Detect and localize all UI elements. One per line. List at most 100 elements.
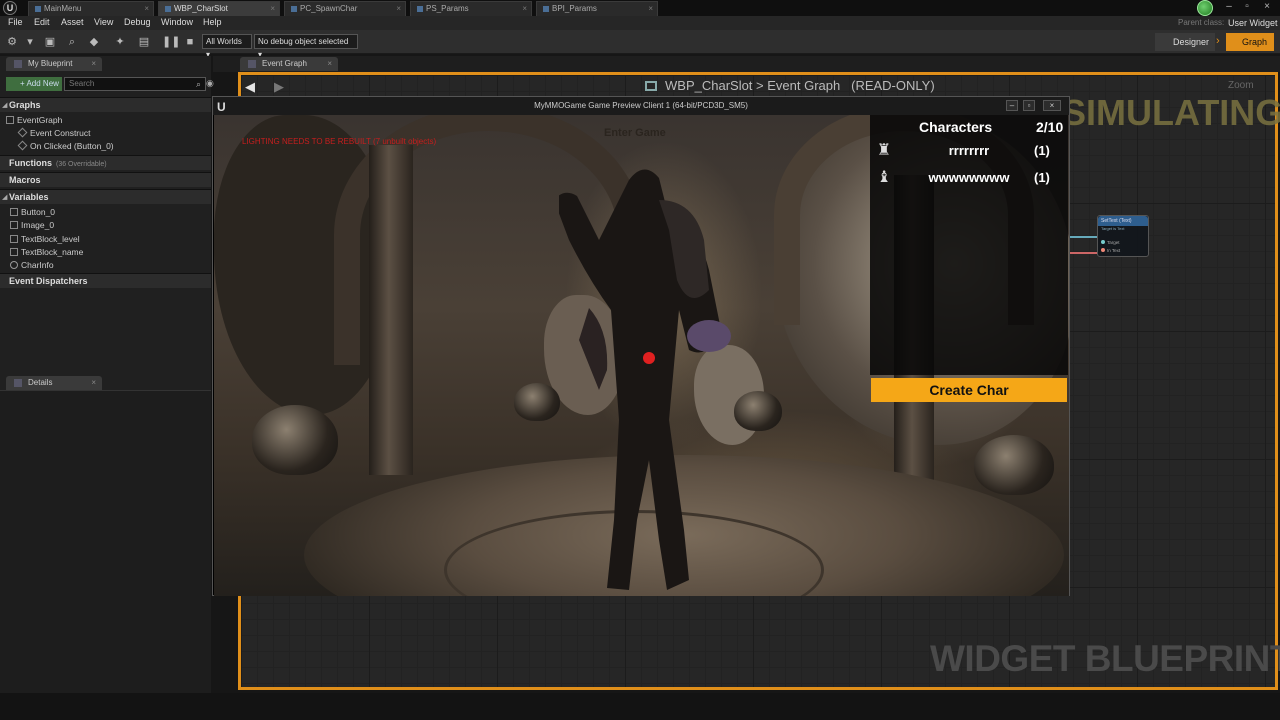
tab-ps-params[interactable]: PS_Params × <box>410 1 532 16</box>
variable-icon <box>10 221 18 229</box>
parent-class-label: Parent class: <box>1178 18 1225 27</box>
stop-icon[interactable]: ■ <box>184 36 196 48</box>
variable-icon <box>10 248 18 256</box>
event-icon <box>17 140 28 151</box>
player-character <box>559 169 731 590</box>
minimize-icon[interactable]: – <box>1222 1 1236 12</box>
add-new-button[interactable]: + Add New <box>6 77 62 91</box>
close-icon[interactable]: × <box>648 2 653 15</box>
stone-urn <box>734 391 782 431</box>
character-slot[interactable]: ♜ rrrrrrrr (1) <box>870 139 1068 163</box>
variables-header[interactable]: ◢ Variables <box>0 189 211 204</box>
close-window-icon[interactable]: × <box>1260 1 1274 12</box>
forward-arrow-icon[interactable]: ▶ <box>274 79 284 95</box>
tree-item-eventgraph[interactable]: EventGraph <box>6 115 62 125</box>
characters-panel: Characters 2/10 ♜ rrrrrrrr (1) ♝ wwwwwww… <box>870 115 1068 375</box>
search-input[interactable]: Search ⌕ <box>64 77 206 91</box>
pin-intext[interactable]: In Text <box>1101 248 1120 253</box>
create-char-button[interactable]: Create Char <box>871 378 1067 402</box>
event-icon <box>17 127 28 138</box>
event-dispatchers-header[interactable]: Event Dispatchers <box>0 273 211 288</box>
maximize-icon[interactable]: ▫ <box>1240 1 1254 12</box>
tab-event-graph[interactable]: Event Graph × <box>240 57 338 71</box>
world-select[interactable]: All Worlds ▾ <box>202 34 252 59</box>
details-panel <box>0 390 211 720</box>
variable-item[interactable]: Button_0 <box>10 207 55 217</box>
title-bar: U MainMenu × WBP_CharSlot × PC_SpawnChar × … <box>0 0 1280 16</box>
node-title: SetText (Text) <box>1098 216 1148 226</box>
tab-mainmenu[interactable]: MainMenu × <box>28 1 154 16</box>
menu-debug[interactable]: Debug <box>124 17 151 27</box>
close-icon[interactable]: × <box>396 2 401 15</box>
game-preview-window[interactable]: U MyMMOGame Game Preview Client 1 (64-bi… <box>212 96 1070 596</box>
tab-my-blueprint[interactable]: My Blueprint × <box>6 57 102 71</box>
chevron-down-icon[interactable]: ▾ <box>24 36 36 48</box>
class-settings-icon[interactable]: ◆ <box>88 36 100 48</box>
maximize-icon[interactable]: ▫ <box>1023 100 1035 111</box>
pause-icon[interactable]: ❚❚ <box>162 36 180 48</box>
chevron-right-icon: › <box>1216 35 1220 47</box>
menu-file[interactable]: File <box>8 17 23 27</box>
tab-details[interactable]: Details × <box>6 376 102 390</box>
menu-view[interactable]: View <box>94 17 113 27</box>
close-icon[interactable]: × <box>144 2 149 15</box>
struct-variable-icon <box>10 261 18 269</box>
variable-item[interactable]: TextBlock_name <box>10 247 83 257</box>
close-icon[interactable]: × <box>270 2 275 15</box>
search-icon: ⌕ <box>195 79 201 89</box>
class-defaults-icon[interactable]: ✦ <box>114 36 126 48</box>
characters-title: Characters <box>919 119 993 135</box>
enter-game-button[interactable]: Enter Game <box>604 127 666 139</box>
search-row: + Add New Search ⌕ <box>4 77 209 91</box>
designer-mode-button[interactable]: Designer <box>1155 33 1215 51</box>
tree-item-on-clicked[interactable]: On Clicked (Button_0) <box>17 140 114 151</box>
collapse-arrow-icon: ◢ <box>2 102 8 109</box>
exec-wire <box>1070 236 1098 238</box>
characters-count: 2/10 <box>1036 119 1064 135</box>
pin-target[interactable]: Target <box>1101 240 1120 245</box>
graph-icon <box>248 60 256 68</box>
macros-header[interactable]: Macros <box>0 172 211 187</box>
find-icon[interactable]: ⌕ <box>66 36 78 48</box>
tab-bpi-params[interactable]: BPI_Params × <box>536 1 658 16</box>
blueprint-icon <box>417 5 423 12</box>
close-icon[interactable]: × <box>522 2 527 15</box>
simulation-icon[interactable]: ▤ <box>138 36 150 48</box>
menu-edit[interactable]: Edit <box>34 17 50 27</box>
source-control-icon[interactable] <box>1197 0 1213 16</box>
back-arrow-icon[interactable]: ◀ <box>245 79 255 95</box>
view-options-icon[interactable]: ◉ <box>206 78 214 89</box>
save-icon[interactable]: ▣ <box>44 36 56 48</box>
close-icon[interactable]: × <box>327 57 332 71</box>
tab-pc-spawnchar[interactable]: PC_SpawnChar × <box>284 1 406 16</box>
game-window-titlebar[interactable]: U MyMMOGame Game Preview Client 1 (64-bi… <box>213 97 1069 115</box>
graphs-header[interactable]: ◢ Graphs <box>0 97 211 112</box>
character-level: (1) <box>1034 170 1050 185</box>
character-level: (1) <box>1034 143 1050 158</box>
variable-item[interactable]: TextBlock_level <box>10 234 80 244</box>
menu-help[interactable]: Help <box>203 17 222 27</box>
status-bar <box>0 693 1280 720</box>
graph-icon <box>645 81 657 91</box>
functions-header[interactable]: Functions (36 Overridable) <box>0 155 211 170</box>
parent-class-value[interactable]: User Widget <box>1228 18 1278 28</box>
minimize-icon[interactable]: – <box>1006 100 1018 111</box>
compile-icon[interactable]: ⚙ <box>6 36 18 48</box>
close-icon[interactable]: × <box>91 376 96 390</box>
variable-item[interactable]: CharInfo <box>10 260 54 270</box>
blueprint-icon <box>35 5 41 12</box>
tree-item-event-construct[interactable]: Event Construct <box>17 127 90 138</box>
game-viewport[interactable]: LIGHTING NEEDS TO BE REBUILT (7 unbuilt … <box>214 115 1069 596</box>
menu-window[interactable]: Window <box>161 17 193 27</box>
close-icon[interactable]: × <box>91 57 96 71</box>
graph-mode-button[interactable]: Graph <box>1226 33 1274 51</box>
character-slot[interactable]: ♝ wwwwwwww (1) <box>870 166 1068 190</box>
menu-asset[interactable]: Asset <box>61 17 84 27</box>
close-window-icon[interactable]: × <box>1043 100 1061 111</box>
debug-object-select[interactable]: No debug object selected ▾ <box>254 34 358 59</box>
settext-node[interactable]: SetText (Text) Target is Text Target In … <box>1097 215 1149 257</box>
game-window-title: MyMMOGame Game Preview Client 1 (64-bit/… <box>534 101 748 110</box>
tab-wbp-charslot[interactable]: WBP_CharSlot × <box>158 1 280 16</box>
collapse-arrow-icon: ◢ <box>2 194 8 201</box>
variable-item[interactable]: Image_0 <box>10 220 54 230</box>
